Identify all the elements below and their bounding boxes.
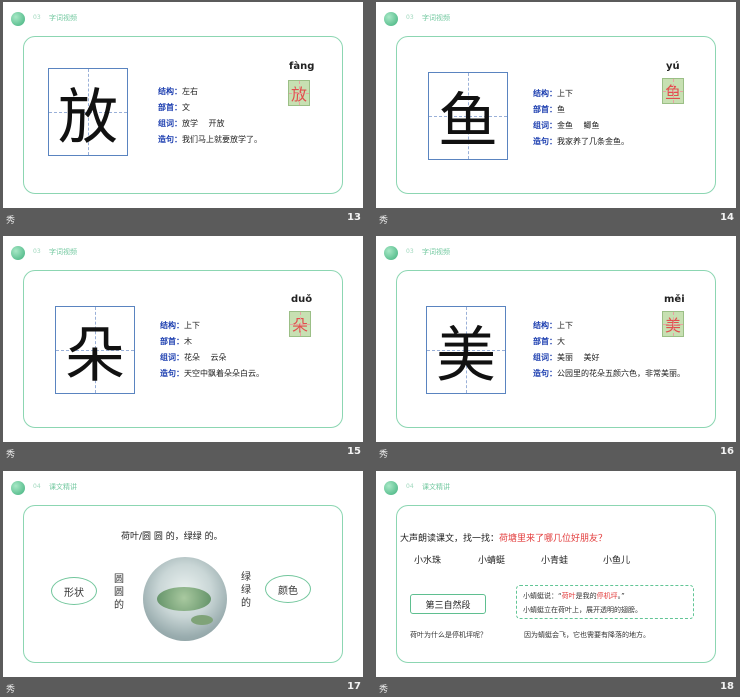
bottom-answer: 因为蜻蜓会飞，它也需要有降落的地方。 xyxy=(524,631,650,639)
slide-icon: 秀 xyxy=(6,450,16,460)
slide-number: 18 xyxy=(720,681,734,692)
slide-number: 16 xyxy=(720,446,734,457)
slide-icon: 秀 xyxy=(379,685,389,695)
character-box: 美 xyxy=(426,306,506,394)
slide-icon: 秀 xyxy=(6,685,16,695)
header-number: 04 xyxy=(406,483,414,490)
animal-label: 小水珠 xyxy=(414,556,442,566)
header-text: 字词视频 xyxy=(49,248,77,256)
slide-thumbnail-13[interactable]: 03 字词视频 放 结构：左右 部首：文 组词：放学 开放 造句：我们马上就要放… xyxy=(3,2,363,228)
left-vertical-text: 圆圆的 xyxy=(114,574,124,611)
character-info: 结构：左右 部首：文 组词：放学 开放 造句：我们马上就要放学了。 xyxy=(158,87,262,144)
slide-thumbnail-16[interactable]: 03 字词视频 美 结构：上下 部首：大 组词：美丽 美好 造句：公园里的花朵五… xyxy=(376,236,736,462)
slide-number: 15 xyxy=(347,446,361,457)
slide-thumbnail-14[interactable]: 03 字词视频 鱼 结构：上下 部首：鱼 组词：金鱼 鲫鱼 造句：我家养了几条金… xyxy=(376,2,736,228)
character-box: 放 xyxy=(48,68,128,156)
slide-14: 03 字词视频 鱼 结构：上下 部首：鱼 组词：金鱼 鲫鱼 造句：我家养了几条金… xyxy=(376,2,736,208)
slide-number: 17 xyxy=(347,681,361,692)
lotus-leaf-image xyxy=(143,557,227,641)
big-character: 放 xyxy=(58,82,118,153)
slide-thumbnail-17[interactable]: 04 课文精讲 荷叶/圆 圆 的，绿绿 的。 形状 圆圆的 绿绿的 颜色 秀 1… xyxy=(3,471,363,697)
quote-box: 小蜻蜓说：“荷叶是我的停机坪。” 小蜻蜓立在荷叶上，展开透明的翅膀。 xyxy=(516,585,694,619)
paragraph-button[interactable]: 第三自然段 xyxy=(410,594,486,614)
bottom-question: 荷叶为什么是停机坪呢？ xyxy=(410,631,487,639)
header-dot-icon xyxy=(11,246,25,260)
animal-label: 小鱼儿 xyxy=(603,556,631,566)
pinyin: měi xyxy=(664,294,685,305)
header-number: 03 xyxy=(33,14,41,21)
header-text: 字词视频 xyxy=(422,14,450,22)
header-number: 04 xyxy=(33,483,41,490)
animal-label: 小蜻蜓 xyxy=(478,556,506,566)
slide-number: 13 xyxy=(347,212,361,223)
right-vertical-text: 绿绿的 xyxy=(241,572,251,609)
pinyin: fàng xyxy=(289,61,315,72)
header-dot-icon xyxy=(11,12,25,26)
header-number: 03 xyxy=(406,14,414,21)
slide-icon: 秀 xyxy=(6,216,16,226)
shape-bubble: 形状 xyxy=(51,577,97,605)
slide-13: 03 字词视频 放 结构：左右 部首：文 组词：放学 开放 造句：我们马上就要放… xyxy=(3,2,363,208)
header-dot-icon xyxy=(384,246,398,260)
character-box: 鱼 xyxy=(428,72,508,160)
header-number: 03 xyxy=(406,248,414,255)
slide-number: 14 xyxy=(720,212,734,223)
header-dot-icon xyxy=(384,12,398,26)
pinyin: duǒ xyxy=(291,294,313,305)
header-dot-icon xyxy=(11,481,25,495)
big-character: 鱼 xyxy=(438,86,498,157)
stroke-order-box: 鱼 xyxy=(662,78,684,104)
slide-16: 03 字词视频 美 结构：上下 部首：大 组词：美丽 美好 造句：公园里的花朵五… xyxy=(376,236,736,442)
slide-icon: 秀 xyxy=(379,450,389,460)
slide-18: 04 课文精讲 大声朗读课文，找一找：荷塘里来了哪几位好朋友？ 小水珠 小蜻蜓 … xyxy=(376,471,736,677)
slide-thumbnail-15[interactable]: 03 字词视频 朵 结构：上下 部首：木 组词：花朵 云朵 造句：天空中飘着朵朵… xyxy=(3,236,363,462)
sentence-line: 荷叶/圆 圆 的，绿绿 的。 xyxy=(121,532,223,542)
header-dot-icon xyxy=(384,481,398,495)
reading-question: 大声朗读课文，找一找：荷塘里来了哪几位好朋友？ xyxy=(400,534,608,544)
header-text: 字词视频 xyxy=(49,14,77,22)
character-info: 结构：上下 部首：木 组词：花朵 云朵 造句：天空中飘着朵朵白云。 xyxy=(160,321,264,378)
stroke-order-box: 朵 xyxy=(289,311,311,337)
header-text: 课文精讲 xyxy=(49,483,77,491)
slide-thumbnail-18[interactable]: 04 课文精讲 大声朗读课文，找一找：荷塘里来了哪几位好朋友？ 小水珠 小蜻蜓 … xyxy=(376,471,736,697)
character-box: 朵 xyxy=(55,306,135,394)
pinyin: yú xyxy=(666,61,680,72)
header-text: 字词视频 xyxy=(422,248,450,256)
big-character: 朵 xyxy=(65,320,125,391)
color-bubble: 颜色 xyxy=(265,575,311,603)
header-number: 03 xyxy=(33,248,41,255)
slide-15: 03 字词视频 朵 结构：上下 部首：木 组词：花朵 云朵 造句：天空中飘着朵朵… xyxy=(3,236,363,442)
animal-label: 小青蛙 xyxy=(541,556,569,566)
slide-17: 04 课文精讲 荷叶/圆 圆 的，绿绿 的。 形状 圆圆的 绿绿的 颜色 xyxy=(3,471,363,677)
stroke-order-box: 美 xyxy=(662,311,684,337)
header-text: 课文精讲 xyxy=(422,483,450,491)
big-character: 美 xyxy=(436,320,496,391)
character-info: 结构：上下 部首：鱼 组词：金鱼 鲫鱼 造句：我家养了几条金鱼。 xyxy=(533,89,629,146)
slide-icon: 秀 xyxy=(379,216,389,226)
stroke-order-box: 放 xyxy=(288,80,310,106)
